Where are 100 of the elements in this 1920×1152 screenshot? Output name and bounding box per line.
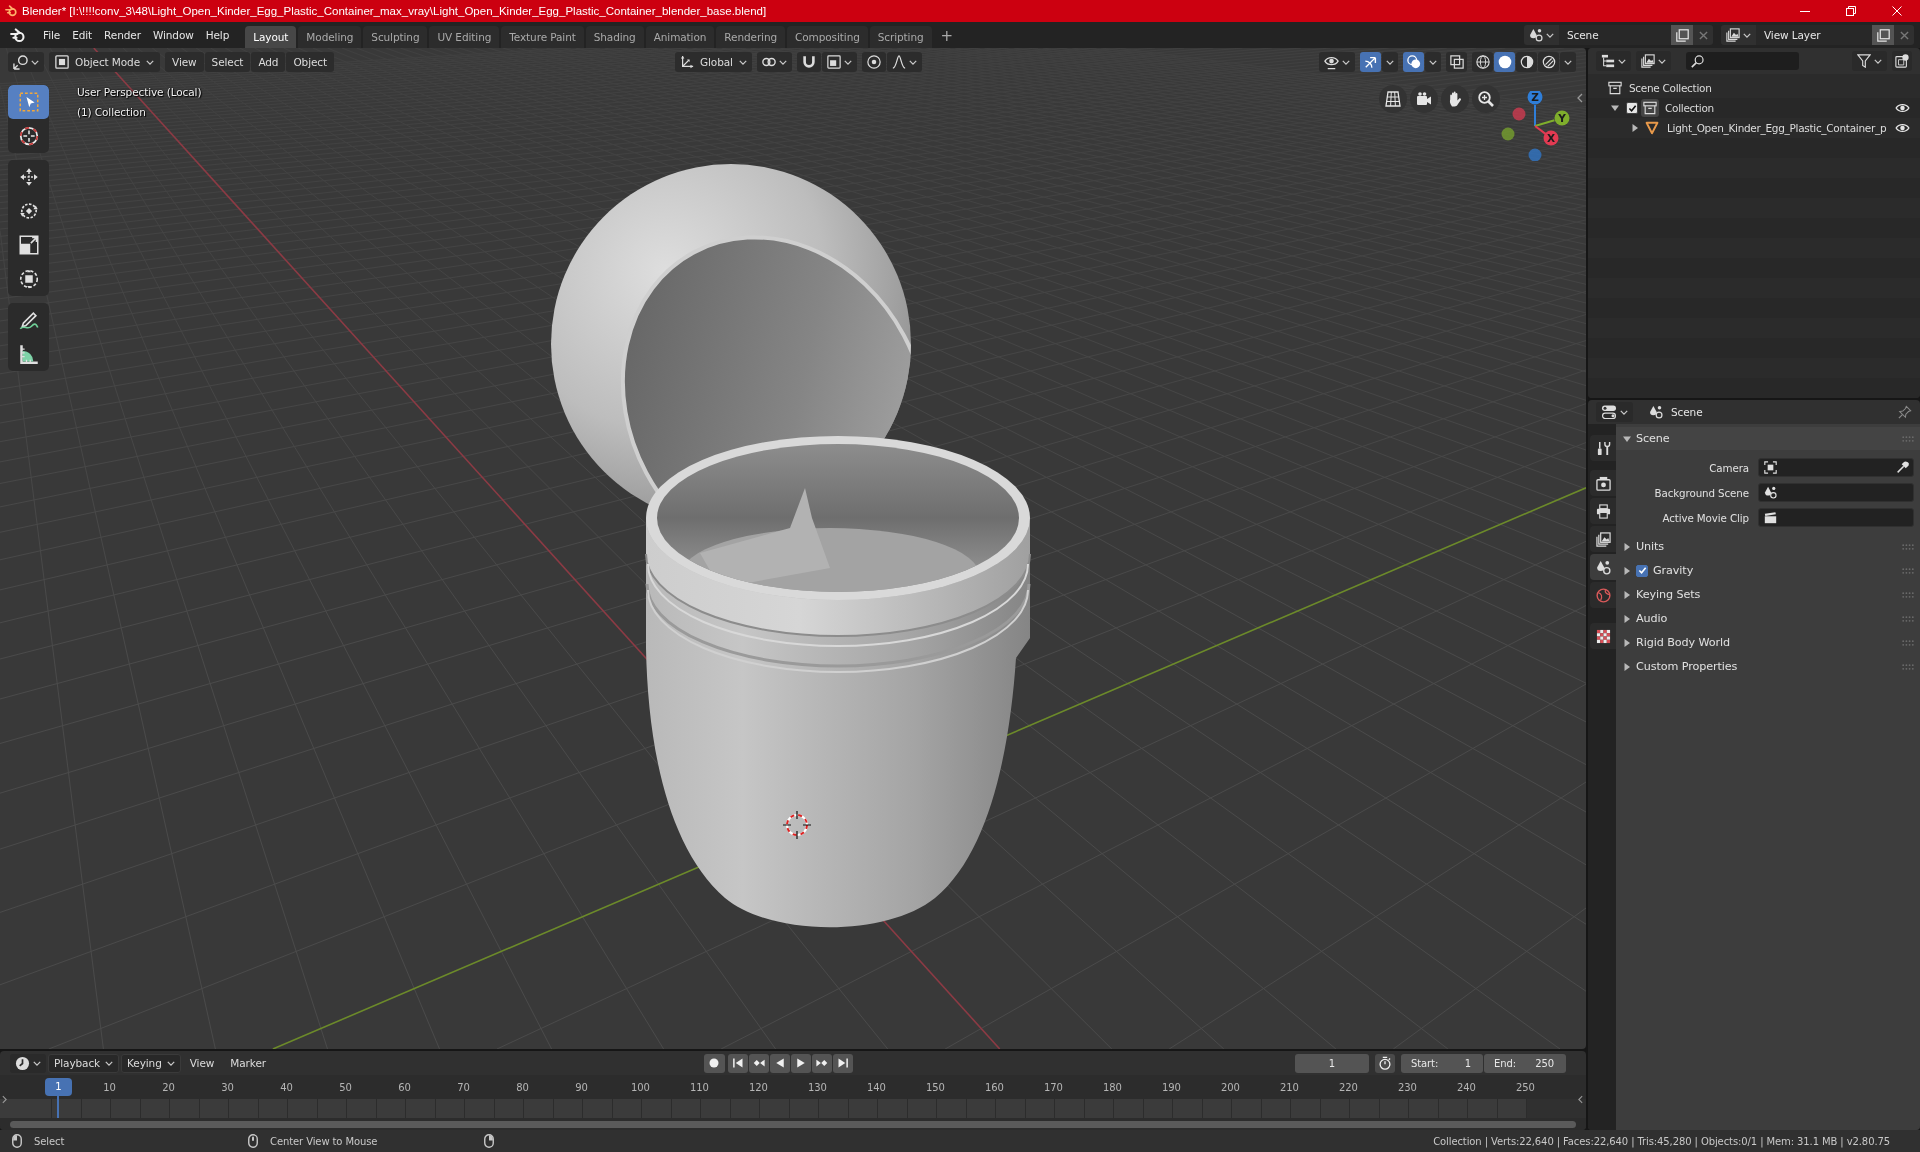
drag-handle-icon[interactable]: [1902, 435, 1914, 442]
drag-handle-icon[interactable]: [1902, 591, 1914, 598]
tool-tab[interactable]: [1590, 435, 1616, 461]
app-logo-icon[interactable]: [10, 27, 25, 43]
new-collection-button[interactable]: [1892, 51, 1912, 71]
workspace-tab[interactable]: Layout: [245, 26, 297, 48]
viewport-menu[interactable]: Add: [251, 52, 286, 72]
workspace-tab[interactable]: Compositing: [787, 26, 868, 48]
outliner-item[interactable]: Light_Open_Kinder_Egg_Plastic_Container_p: [1667, 122, 1887, 134]
pin-icon[interactable]: [1898, 405, 1912, 419]
snap-toggle[interactable]: [796, 52, 821, 72]
workspace-tab[interactable]: Texture Paint: [501, 26, 584, 48]
sidebar-toggle-icon[interactable]: [1578, 1095, 1583, 1104]
camera-view-button[interactable]: [1410, 85, 1438, 113]
axis-handle[interactable]: X: [1534, 125, 1559, 146]
channel-region-toggle-icon[interactable]: [2, 1095, 7, 1104]
outliner-item[interactable]: Collection: [1665, 102, 1714, 114]
drag-handle-icon[interactable]: [1902, 615, 1914, 622]
current-frame-field[interactable]: 1: [1295, 1053, 1369, 1073]
end-frame-field[interactable]: End: 250: [1484, 1053, 1566, 1073]
scene-name-field[interactable]: Scene: [1559, 25, 1671, 45]
drag-handle-icon[interactable]: [1902, 567, 1914, 574]
record-button[interactable]: [703, 1053, 725, 1073]
remove-view-layer-button[interactable]: [1894, 25, 1914, 45]
overlay-options-dropdown[interactable]: [1425, 52, 1441, 72]
drag-handle-icon[interactable]: [1902, 663, 1914, 670]
eye-icon[interactable]: [1895, 103, 1910, 113]
overlay-toggle[interactable]: [1403, 52, 1424, 72]
next-keyframe-button[interactable]: [811, 1053, 832, 1073]
search-field[interactable]: [1686, 52, 1799, 70]
proportional-edit-toggle[interactable]: [861, 52, 886, 72]
new-view-layer-button[interactable]: [1872, 25, 1894, 45]
add-workspace-button[interactable]: +: [933, 26, 961, 48]
timeline-menu[interactable]: View: [182, 1053, 222, 1073]
negative-axis-handle[interactable]: [1501, 127, 1515, 141]
workspace-tab[interactable]: Rendering: [716, 26, 786, 48]
axis-handle[interactable]: Z: [1527, 91, 1543, 127]
wireframe-shading-button[interactable]: [1472, 52, 1493, 72]
checkbox[interactable]: [1636, 564, 1648, 577]
timeline-scrollbar[interactable]: [10, 1120, 1576, 1128]
view-layer-tab[interactable]: [1590, 526, 1616, 552]
collection-icon[interactable]: [1607, 80, 1623, 96]
remove-scene-button[interactable]: [1693, 25, 1713, 45]
menu-item[interactable]: Window: [146, 25, 200, 45]
pan-view-button[interactable]: [1441, 85, 1469, 113]
viewport-menu[interactable]: Object: [286, 52, 334, 72]
disclosure-triangle-icon[interactable]: [1623, 542, 1631, 551]
collection-icon[interactable]: [1641, 99, 1659, 117]
gizmo-toggle[interactable]: [1360, 52, 1381, 72]
3d-cursor-icon[interactable]: [782, 810, 812, 840]
panel-header[interactable]: Scene: [1616, 427, 1920, 450]
object-field[interactable]: [1758, 508, 1914, 527]
disclosure-triangle-icon[interactable]: [1623, 566, 1631, 575]
view-layer-filter-dropdown[interactable]: [1636, 51, 1671, 71]
disclosure-triangle-icon[interactable]: [1623, 614, 1631, 623]
menu-item[interactable]: Render: [98, 25, 147, 45]
play-button[interactable]: [790, 1053, 811, 1073]
3d-viewport[interactable]: Object Mode View Select Add Object Global User Perspective (Local) (1) Collection Z Y X: [0, 48, 1586, 1049]
pivot-point-dropdown[interactable]: [756, 52, 792, 72]
previous-keyframe-button[interactable]: [748, 1053, 769, 1073]
menu-item[interactable]: Edit: [66, 25, 99, 45]
workspace-tab[interactable]: Shading: [585, 26, 644, 48]
play-reverse-button[interactable]: [769, 1053, 790, 1073]
workspace-tab[interactable]: Modeling: [298, 26, 362, 48]
solid-shading-button[interactable]: [1494, 52, 1515, 72]
timeline-menu[interactable]: Marker: [223, 1053, 273, 1073]
negative-axis-handle[interactable]: [1528, 148, 1542, 161]
disclosure-triangle-icon[interactable]: [1623, 638, 1631, 647]
new-scene-button[interactable]: [1671, 25, 1693, 45]
workspace-tab[interactable]: Animation: [645, 26, 715, 48]
output-tab[interactable]: [1590, 498, 1616, 524]
material-shading-button[interactable]: [1516, 52, 1537, 72]
editor-type-button[interactable]: [8, 52, 44, 72]
workspace-tab[interactable]: UV Editing: [429, 26, 500, 48]
menu-item[interactable]: File: [37, 25, 67, 45]
current-frame-indicator[interactable]: 1: [45, 1078, 72, 1096]
drag-handle-icon[interactable]: [1902, 639, 1914, 646]
falloff-dropdown[interactable]: [886, 52, 922, 72]
jump-to-end-button[interactable]: [832, 1053, 853, 1073]
checkbox[interactable]: [1626, 102, 1638, 114]
zoom-view-button[interactable]: [1472, 85, 1500, 113]
negative-axis-handle[interactable]: [1512, 107, 1526, 121]
disclosure-triangle-icon[interactable]: [1623, 434, 1631, 443]
eyedropper-icon[interactable]: [1896, 461, 1909, 474]
object-field[interactable]: [1758, 483, 1914, 502]
drag-handle-icon[interactable]: [1902, 543, 1914, 550]
axis-handle[interactable]: Y: [1534, 110, 1570, 127]
mode-dropdown[interactable]: Object Mode: [49, 52, 161, 72]
sidebar-toggle-icon[interactable]: [1577, 93, 1583, 103]
editor-type-button[interactable]: [1596, 402, 1633, 422]
gizmo-options-dropdown[interactable]: [1382, 52, 1398, 72]
object-field[interactable]: [1758, 458, 1914, 477]
disclosure-triangle-icon[interactable]: [1611, 104, 1619, 112]
rendered-shading-button[interactable]: [1538, 52, 1559, 72]
disclosure-triangle-icon[interactable]: [1623, 662, 1631, 671]
view-layer-name-field[interactable]: View Layer: [1756, 25, 1872, 45]
start-frame-field[interactable]: Start: 1: [1401, 1053, 1483, 1073]
viewport-menu[interactable]: Select: [204, 52, 251, 72]
texture-tab[interactable]: [1590, 623, 1616, 649]
render-tab[interactable]: [1590, 470, 1616, 496]
